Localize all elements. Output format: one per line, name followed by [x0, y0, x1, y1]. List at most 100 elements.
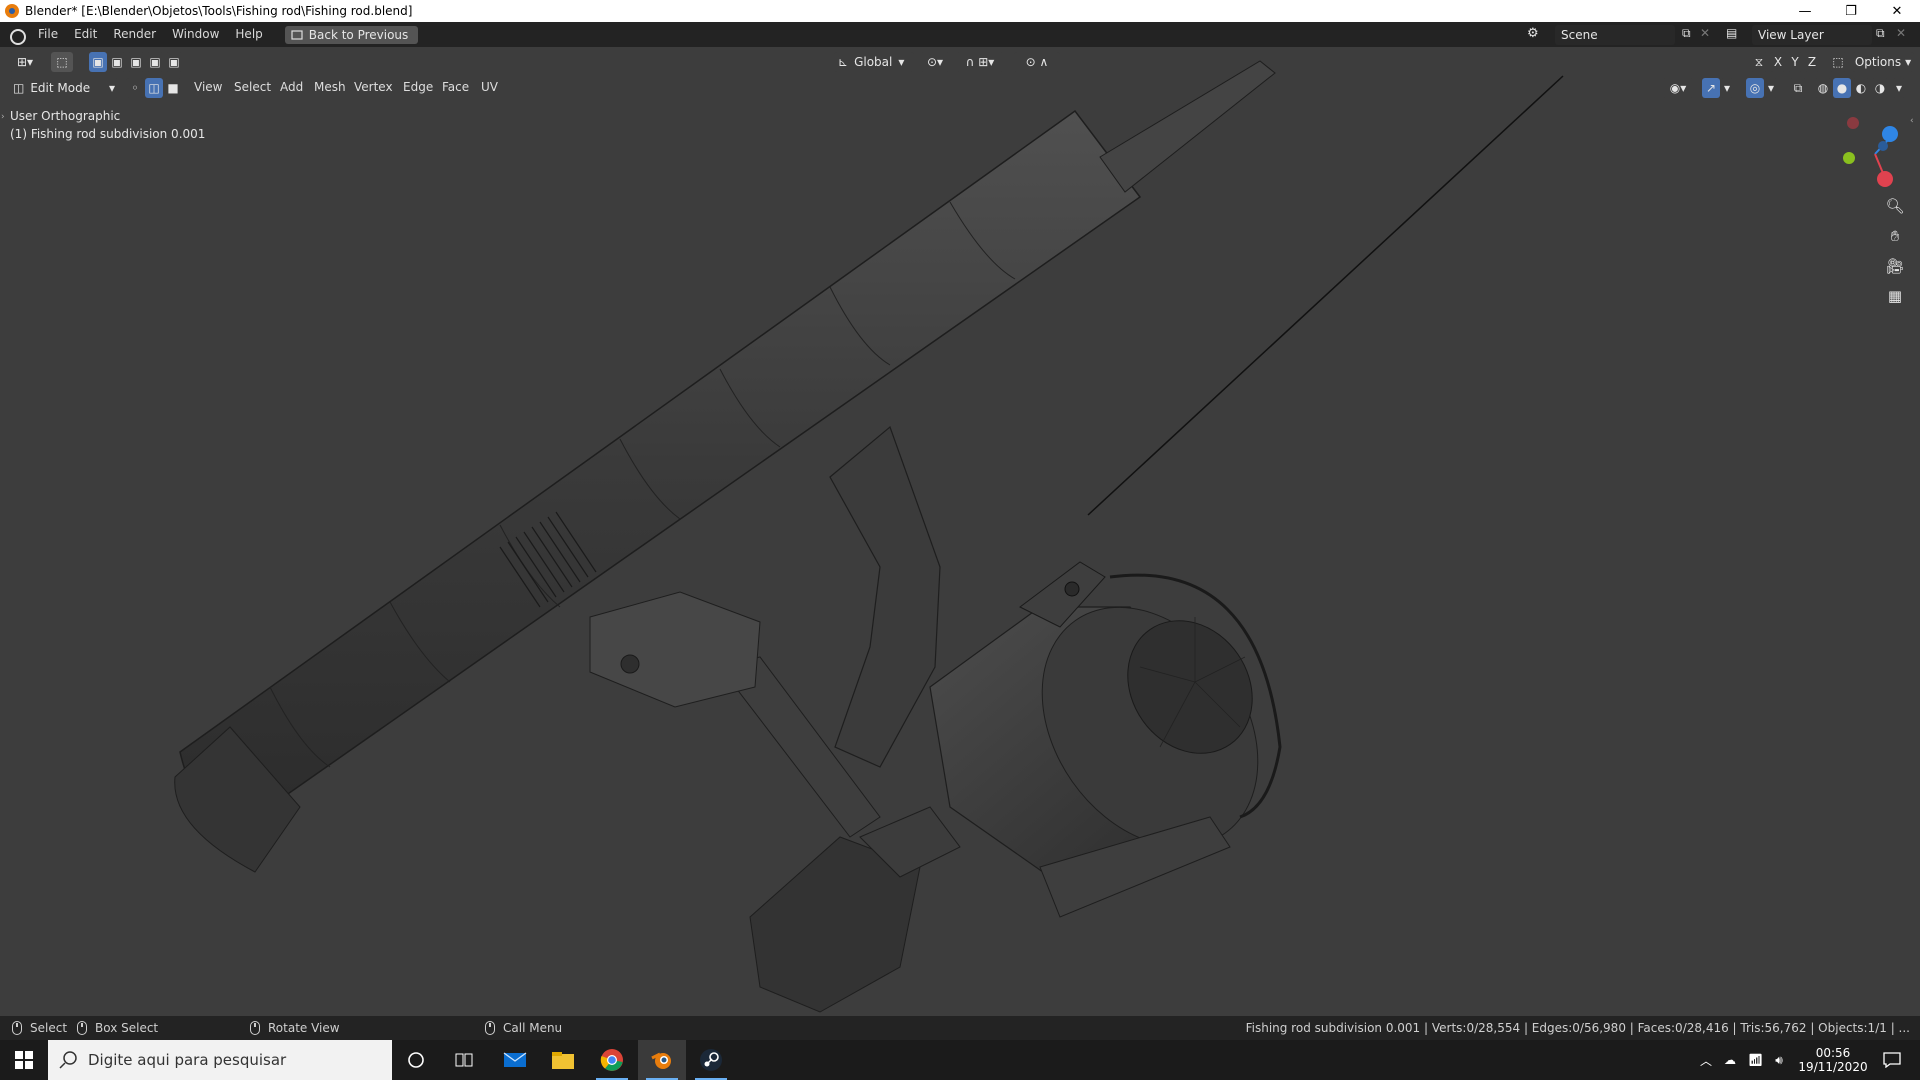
selection-mode-set-button[interactable]: ▣	[89, 52, 107, 72]
taskbar-search-box[interactable]: Digite aqui para pesquisar	[48, 1040, 392, 1080]
solid-shading-button[interactable]: ●	[1833, 78, 1851, 98]
view-layer-selector[interactable]: View Layer	[1752, 25, 1872, 45]
back-to-previous-button[interactable]: Back to Previous	[284, 25, 419, 44]
pan-view-button[interactable]: ✋︎	[1881, 222, 1909, 250]
close-button[interactable]: ✕	[1874, 0, 1920, 22]
blender-icon	[651, 1052, 671, 1069]
gizmo-y-handle[interactable]	[1843, 152, 1855, 164]
status-rotate-hint: Rotate View	[250, 1016, 340, 1040]
xray-toggle[interactable]: ⧉	[1789, 78, 1807, 98]
edge-select-mode-button[interactable]: ◫	[145, 78, 163, 98]
gizmo-dropdown[interactable]: ▾	[1720, 78, 1734, 98]
reel-stem	[829, 425, 941, 768]
blender-menu-icon[interactable]	[8, 26, 26, 45]
wireframe-shading-button[interactable]: ◍	[1814, 78, 1832, 98]
view-layer-name: View Layer	[1758, 28, 1824, 42]
tray-expand-chevron-icon[interactable]: ︿	[1700, 1052, 1712, 1069]
blender-taskbar-button[interactable]	[638, 1040, 686, 1080]
transform-orientation-dropdown[interactable]: ⊾ Global ▾	[834, 52, 914, 72]
viewport-menu-select[interactable]: Select	[234, 80, 271, 94]
chrome-button[interactable]	[588, 1040, 636, 1080]
axis-z-label: Z	[1807, 55, 1817, 69]
camera-view-button[interactable]: 🎥︎	[1881, 252, 1909, 280]
restore-button[interactable]: ❐	[1828, 0, 1874, 22]
start-button[interactable]	[0, 1040, 48, 1080]
overlays-dropdown[interactable]: ▾	[1764, 78, 1778, 98]
clock-date: 19/11/2020	[1798, 1060, 1868, 1074]
volume-icon[interactable]: 🔊︎	[1775, 1053, 1783, 1068]
visibility-button[interactable]: ◉▾	[1662, 78, 1694, 98]
file-explorer-button[interactable]	[539, 1040, 587, 1080]
perspective-toggle-button[interactable]: ▦	[1881, 282, 1909, 310]
pivot-point-button[interactable]: ⊙▾	[920, 52, 950, 72]
viewport-menu-view[interactable]: View	[194, 80, 222, 94]
new-view-layer-icon[interactable]: ⧉	[1876, 26, 1885, 41]
gizmo-neg-x-handle[interactable]	[1847, 117, 1859, 129]
mirror-z-toggle[interactable]: Z	[1804, 52, 1820, 72]
viewport-menu-add[interactable]: Add	[280, 80, 303, 94]
gizmo-x-handle[interactable]	[1877, 171, 1893, 187]
navigation-gizmo[interactable]	[1835, 112, 1910, 192]
menu-render[interactable]: Render	[105, 22, 164, 47]
auto-merge-button[interactable]: ⬚	[1829, 52, 1847, 72]
viewport-menu-vertex[interactable]: Vertex	[354, 80, 393, 94]
mode-dropdown[interactable]: ◫ Edit Mode ▾	[9, 78, 119, 98]
menu-help[interactable]: Help	[227, 22, 270, 47]
gizmo-neg-z-handle[interactable]	[1878, 141, 1888, 151]
overlays-toggle[interactable]: ◎	[1746, 78, 1764, 98]
menu-window[interactable]: Window	[164, 22, 227, 47]
new-scene-icon[interactable]: ⧉	[1682, 26, 1691, 41]
rendered-shading-button[interactable]: ◑	[1871, 78, 1889, 98]
delete-scene-icon[interactable]: ✕	[1700, 26, 1710, 40]
gizmo-toggle[interactable]: ↗	[1702, 78, 1720, 98]
mail-app-button[interactable]	[491, 1040, 539, 1080]
viewport-canvas[interactable]	[0, 47, 1920, 1016]
back-to-previous-label: Back to Previous	[308, 27, 409, 42]
search-icon	[59, 1051, 77, 1069]
viewport-menu-edge[interactable]: Edge	[403, 80, 433, 94]
sidebar-expand-arrow-icon[interactable]: ‹	[1910, 116, 1914, 126]
selection-mode-invert-button[interactable]: ▣	[146, 52, 164, 72]
options-dropdown[interactable]: Options ▾	[1852, 52, 1914, 72]
cortana-button[interactable]	[392, 1040, 440, 1080]
taskbar-clock[interactable]: 00:56 19/11/2020	[1798, 1040, 1868, 1080]
mirror-x-toggle[interactable]: X	[1770, 52, 1786, 72]
search-placeholder: Digite aqui para pesquisar	[88, 1051, 287, 1069]
mirror-y-toggle[interactable]: Y	[1787, 52, 1803, 72]
task-view-button[interactable]	[440, 1040, 488, 1080]
steam-button[interactable]	[687, 1040, 735, 1080]
system-tray: ︿ ☁ 📶︎ 🔊︎	[1700, 1040, 1783, 1080]
scene-selector[interactable]: Scene	[1555, 25, 1675, 45]
viewport-menu-face[interactable]: Face	[442, 80, 469, 94]
view-layer-icon[interactable]: ▤	[1726, 26, 1737, 40]
selection-mode-subtract-button[interactable]: ▣	[127, 52, 145, 72]
editor-type-button[interactable]: ⊞▾	[9, 52, 41, 72]
onedrive-cloud-icon[interactable]: ☁	[1724, 1053, 1736, 1067]
shading-dropdown[interactable]: ▾	[1892, 78, 1906, 98]
scene-icon[interactable]: ⚙	[1527, 26, 1539, 41]
delete-view-layer-icon[interactable]: ✕	[1896, 26, 1906, 40]
zoom-view-button[interactable]: 🔍︎	[1881, 192, 1909, 220]
viewport-menu-uv[interactable]: UV	[481, 80, 498, 94]
selection-mode-extend-button[interactable]: ▣	[108, 52, 126, 72]
proportional-edit-icon: ⊙ ∧	[1025, 55, 1049, 69]
intersect-selection-icon: ▣	[168, 55, 180, 69]
network-wifi-icon[interactable]: 📶︎	[1748, 1053, 1763, 1067]
minimize-button[interactable]: —	[1782, 0, 1828, 22]
menu-edit[interactable]: Edit	[66, 22, 105, 47]
action-center-button[interactable]	[1868, 1040, 1916, 1080]
proportional-editing-button[interactable]: ⊙ ∧	[1014, 52, 1060, 72]
snapping-button[interactable]: ∩ ⊞▾	[956, 52, 1004, 72]
gizmo-z-handle[interactable]	[1882, 126, 1898, 142]
task-view-icon	[455, 1053, 473, 1067]
face-select-mode-button[interactable]: ■	[164, 78, 182, 98]
material-shading-button[interactable]: ◐	[1852, 78, 1870, 98]
menu-file[interactable]: File	[30, 22, 66, 47]
selection-mode-intersect-button[interactable]: ▣	[165, 52, 183, 72]
material-sphere-icon: ◐	[1855, 81, 1867, 95]
toolbar-expand-arrow-icon[interactable]: ›	[1, 112, 5, 122]
vertex-select-mode-button[interactable]: ◦	[126, 78, 144, 98]
mirror-icon-button[interactable]: ⧖	[1750, 52, 1768, 72]
select-tool-button[interactable]: ⬚	[51, 52, 73, 72]
viewport-menu-mesh[interactable]: Mesh	[314, 80, 346, 94]
